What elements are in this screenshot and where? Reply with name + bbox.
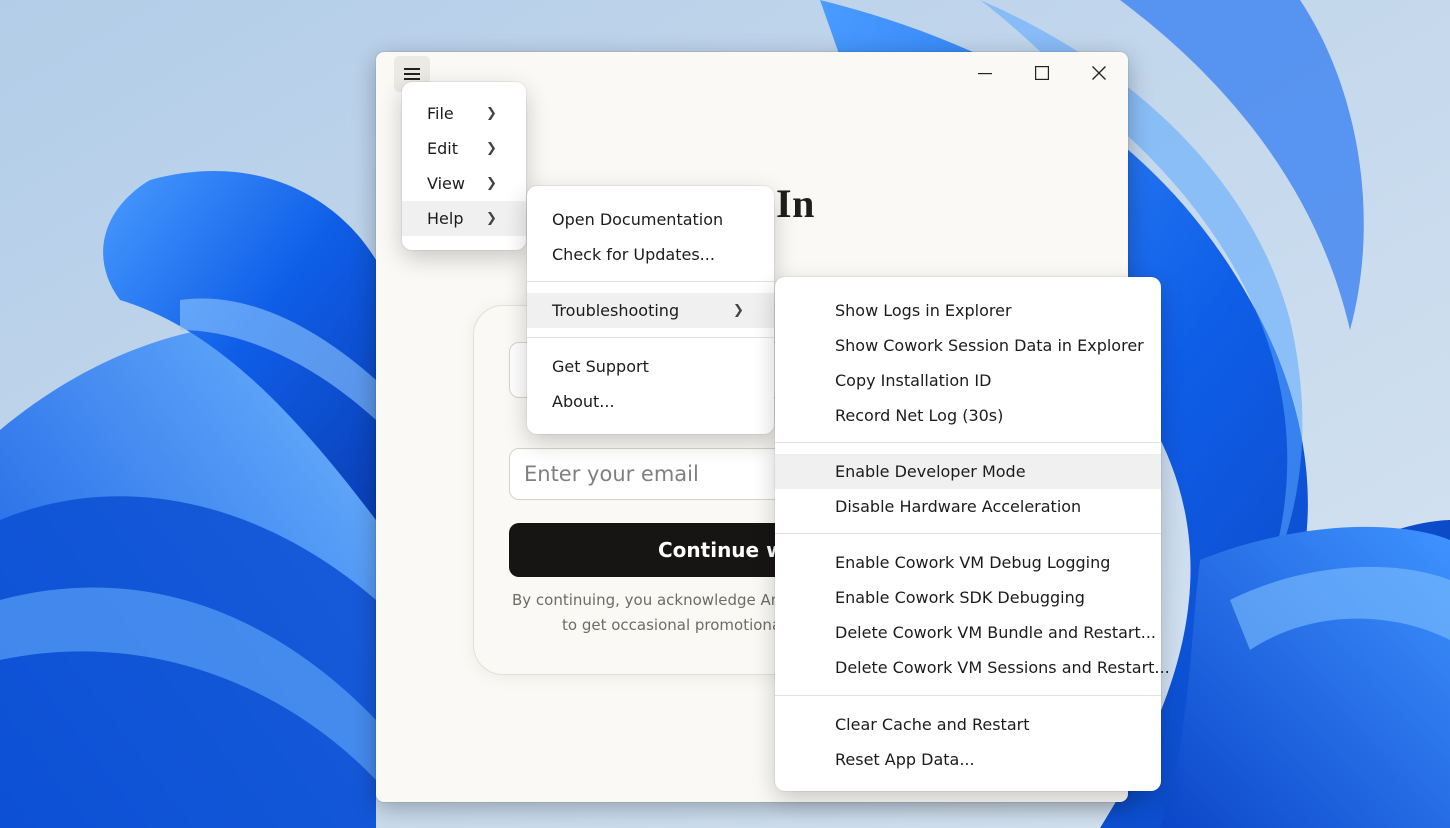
menu-separator (527, 337, 774, 338)
main-menu: File ❯ Edit ❯ View ❯ Help ❯ (402, 82, 526, 250)
menu-item-show-session-data[interactable]: Show Cowork Session Data in Explorer (775, 328, 1161, 363)
menu-item-troubleshooting[interactable]: Troubleshooting ❯ (527, 293, 774, 328)
menu-item-label: Enable Cowork SDK Debugging (835, 588, 1085, 607)
menu-item-label: Copy Installation ID (835, 371, 992, 390)
chevron-right-icon: ❯ (486, 106, 497, 121)
menu-item-check-for-updates[interactable]: Check for Updates... (527, 237, 774, 272)
menu-item-label: Check for Updates... (552, 245, 715, 264)
menu-separator (527, 281, 774, 282)
menu-item-sdk-debugging[interactable]: Enable Cowork SDK Debugging (775, 580, 1161, 615)
minimize-icon (978, 73, 992, 75)
menu-item-label: Edit (427, 139, 458, 158)
menu-item-delete-vm-sessions[interactable]: Delete Cowork VM Sessions and Restart... (775, 650, 1170, 685)
menu-item-label: Get Support (552, 357, 649, 376)
menu-item-vm-debug-logging[interactable]: Enable Cowork VM Debug Logging (775, 545, 1161, 580)
menu-item-get-support[interactable]: Get Support (527, 349, 774, 384)
menu-item-label: Show Cowork Session Data in Explorer (835, 336, 1144, 355)
maximize-icon (1035, 66, 1049, 80)
menu-item-open-documentation[interactable]: Open Documentation (527, 202, 774, 237)
maximize-button[interactable] (1022, 58, 1062, 88)
menu-item-label: Enable Developer Mode (835, 462, 1026, 481)
menu-item-file[interactable]: File ❯ (402, 96, 526, 131)
menu-item-label: Show Logs in Explorer (835, 301, 1012, 320)
menu-item-label: Delete Cowork VM Sessions and Restart... (835, 658, 1170, 677)
close-icon (1092, 66, 1106, 80)
menu-item-about[interactable]: About... (527, 384, 774, 419)
hamburger-icon (404, 68, 420, 80)
menu-item-edit[interactable]: Edit ❯ (402, 131, 526, 166)
menu-item-label: Reset App Data... (835, 750, 975, 769)
chevron-right-icon: ❯ (486, 176, 497, 191)
menu-item-delete-vm-bundle[interactable]: Delete Cowork VM Bundle and Restart... (775, 615, 1161, 650)
help-menu: Open Documentation Check for Updates... … (527, 186, 774, 434)
menu-item-label: Record Net Log (30s) (835, 406, 1004, 425)
close-button[interactable] (1079, 58, 1119, 88)
chevron-right-icon: ❯ (486, 211, 497, 226)
menu-item-label: Enable Cowork VM Debug Logging (835, 553, 1111, 572)
menu-item-label: File (427, 104, 454, 123)
menu-item-enable-developer-mode[interactable]: Enable Developer Mode (775, 454, 1161, 489)
menu-separator (775, 695, 1161, 696)
menu-item-label: Troubleshooting (552, 301, 680, 320)
legal-text-line2: to get occasional promotional e (562, 616, 800, 634)
menu-item-label: About... (552, 392, 615, 411)
troubleshooting-menu: Show Logs in Explorer Show Cowork Sessio… (775, 277, 1170, 791)
menu-item-disable-hardware-acceleration[interactable]: Disable Hardware Acceleration (775, 489, 1161, 524)
menu-item-clear-cache[interactable]: Clear Cache and Restart (775, 707, 1161, 742)
continue-button[interactable]: Continue wit (509, 523, 809, 577)
menu-item-label: Open Documentation (552, 210, 724, 229)
chevron-right-icon: ❯ (486, 141, 497, 156)
menu-item-label: Clear Cache and Restart (835, 715, 1030, 734)
menu-item-label: View (427, 174, 465, 193)
minimize-button[interactable] (965, 58, 1005, 88)
menu-item-view[interactable]: View ❯ (402, 166, 526, 201)
menu-item-copy-installation-id[interactable]: Copy Installation ID (775, 363, 1161, 398)
menu-item-record-net-log[interactable]: Record Net Log (30s) (775, 398, 1161, 433)
menu-separator (775, 442, 1161, 443)
menu-item-label: Help (427, 209, 464, 228)
menu-item-label: Delete Cowork VM Bundle and Restart... (835, 623, 1156, 642)
menu-item-help[interactable]: Help ❯ (402, 201, 526, 236)
legal-text-line1: By continuing, you acknowledge Anth (512, 591, 796, 609)
menu-item-label: Disable Hardware Acceleration (835, 497, 1082, 516)
chevron-right-icon: ❯ (733, 303, 744, 318)
menu-separator (775, 533, 1161, 534)
menu-item-reset-app-data[interactable]: Reset App Data... (775, 742, 1161, 777)
page-title: In (776, 181, 815, 226)
email-input[interactable]: Enter your email (509, 448, 809, 500)
menu-item-show-logs[interactable]: Show Logs in Explorer (775, 293, 1161, 328)
